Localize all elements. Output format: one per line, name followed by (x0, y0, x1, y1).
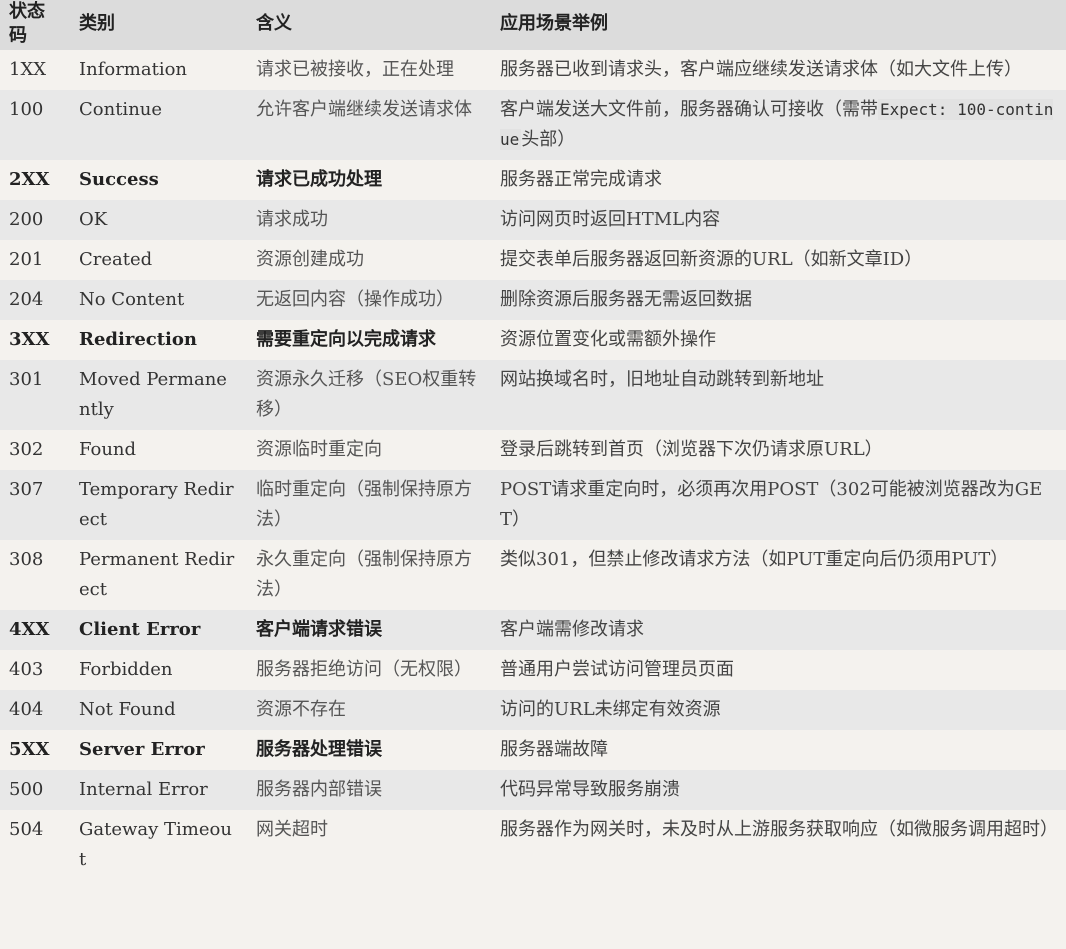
cell-example: 类似301，但禁止修改请求方法（如PUT重定向后仍须用PUT） (491, 540, 1066, 610)
cell-meaning: 客户端请求错误 (247, 610, 491, 650)
cell-meaning: 资源不存在 (247, 690, 491, 730)
cell-name: Gateway Timeout (70, 810, 247, 880)
cell-code: 100 (0, 90, 70, 160)
cell-example: 服务器正常完成请求 (491, 160, 1066, 200)
cell-name: Moved Permanently (70, 360, 247, 430)
cell-meaning: 请求已成功处理 (247, 160, 491, 200)
cell-example: 访问网页时返回HTML内容 (491, 200, 1066, 240)
cell-code: 307 (0, 470, 70, 540)
cell-code: 500 (0, 770, 70, 810)
table-row: 100 Continue 允许客户端继续发送请求体 客户端发送大文件前，服务器确… (0, 90, 1066, 160)
cell-code: 200 (0, 200, 70, 240)
table-row-category: 2XX Success 请求已成功处理 服务器正常完成请求 (0, 160, 1066, 200)
cell-meaning: 请求已被接收，正在处理 (247, 50, 491, 90)
cell-name: Client Error (70, 610, 247, 650)
cell-name: No Content (70, 280, 247, 320)
table-body: 1XX Information 请求已被接收，正在处理 服务器已收到请求头，客户… (0, 50, 1066, 880)
cell-meaning: 永久重定向（强制保持原方法） (247, 540, 491, 610)
table-row: 504 Gateway Timeout 网关超时 服务器作为网关时，未及时从上游… (0, 810, 1066, 880)
cell-code: 5XX (0, 730, 70, 770)
cell-code: 302 (0, 430, 70, 470)
cell-meaning: 请求成功 (247, 200, 491, 240)
example-text-after: 头部） (521, 129, 576, 150)
cell-meaning: 需要重定向以完成请求 (247, 320, 491, 360)
table-row: 204 No Content 无返回内容（操作成功） 删除资源后服务器无需返回数… (0, 280, 1066, 320)
cell-example: 服务器端故障 (491, 730, 1066, 770)
header-category: 类别 (70, 0, 247, 50)
table-row: 201 Created 资源创建成功 提交表单后服务器返回新资源的URL（如新文… (0, 240, 1066, 280)
cell-meaning: 服务器内部错误 (247, 770, 491, 810)
cell-example: 删除资源后服务器无需返回数据 (491, 280, 1066, 320)
cell-example: 提交表单后服务器返回新资源的URL（如新文章ID） (491, 240, 1066, 280)
cell-code: 404 (0, 690, 70, 730)
cell-example: 访问的URL未绑定有效资源 (491, 690, 1066, 730)
header-meaning: 含义 (247, 0, 491, 50)
cell-name: Information (70, 50, 247, 90)
http-status-table: 状态码 类别 含义 应用场景举例 1XX Information 请求已被接收，… (0, 0, 1066, 880)
cell-example: 服务器已收到请求头，客户端应继续发送请求体（如大文件上传） (491, 50, 1066, 90)
table-row: 302 Found 资源临时重定向 登录后跳转到首页（浏览器下次仍请求原URL） (0, 430, 1066, 470)
cell-code: 1XX (0, 50, 70, 90)
cell-code: 2XX (0, 160, 70, 200)
table-row: 500 Internal Error 服务器内部错误 代码异常导致服务崩溃 (0, 770, 1066, 810)
table-row: 200 OK 请求成功 访问网页时返回HTML内容 (0, 200, 1066, 240)
table-row: 404 Not Found 资源不存在 访问的URL未绑定有效资源 (0, 690, 1066, 730)
cell-code: 504 (0, 810, 70, 880)
cell-name: Permanent Redirect (70, 540, 247, 610)
cell-meaning: 允许客户端继续发送请求体 (247, 90, 491, 160)
table-row: 308 Permanent Redirect 永久重定向（强制保持原方法） 类似… (0, 540, 1066, 610)
cell-example: 网站换域名时，旧地址自动跳转到新地址 (491, 360, 1066, 430)
table-header: 状态码 类别 含义 应用场景举例 (0, 0, 1066, 50)
cell-name: OK (70, 200, 247, 240)
cell-meaning: 资源创建成功 (247, 240, 491, 280)
cell-example: 登录后跳转到首页（浏览器下次仍请求原URL） (491, 430, 1066, 470)
table-row: 1XX Information 请求已被接收，正在处理 服务器已收到请求头，客户… (0, 50, 1066, 90)
header-code: 状态码 (0, 0, 70, 50)
cell-example: 客户端发送大文件前，服务器确认可接收（需带 Expect: 100-continu… (491, 90, 1066, 160)
table-row: 403 Forbidden 服务器拒绝访问（无权限） 普通用户尝试访问管理员页面 (0, 650, 1066, 690)
cell-example: 资源位置变化或需额外操作 (491, 320, 1066, 360)
cell-example: POST请求重定向时，必须再次用POST（302可能被浏览器改为GET） (491, 470, 1066, 540)
cell-meaning: 资源临时重定向 (247, 430, 491, 470)
cell-meaning: 无返回内容（操作成功） (247, 280, 491, 320)
header-example: 应用场景举例 (491, 0, 1066, 50)
cell-code: 4XX (0, 610, 70, 650)
cell-meaning: 临时重定向（强制保持原方法） (247, 470, 491, 540)
table-row-category: 3XX Redirection 需要重定向以完成请求 资源位置变化或需额外操作 (0, 320, 1066, 360)
cell-meaning: 服务器拒绝访问（无权限） (247, 650, 491, 690)
cell-code: 308 (0, 540, 70, 610)
cell-meaning: 资源永久迁移（SEO权重转移） (247, 360, 491, 430)
cell-name: Forbidden (70, 650, 247, 690)
cell-name: Redirection (70, 320, 247, 360)
cell-code: 301 (0, 360, 70, 430)
example-text-before: 客户端发送大文件前，服务器确认可接收（需带 (500, 99, 878, 120)
table-row-category: 4XX Client Error 客户端请求错误 客户端需修改请求 (0, 610, 1066, 650)
cell-name: Found (70, 430, 247, 470)
cell-name: Temporary Redirect (70, 470, 247, 540)
cell-name: Continue (70, 90, 247, 160)
cell-name: Internal Error (70, 770, 247, 810)
cell-code: 201 (0, 240, 70, 280)
cell-example: 普通用户尝试访问管理员页面 (491, 650, 1066, 690)
cell-code: 3XX (0, 320, 70, 360)
cell-example: 服务器作为网关时，未及时从上游服务获取响应（如微服务调用超时） (491, 810, 1066, 880)
table-row-category: 5XX Server Error 服务器处理错误 服务器端故障 (0, 730, 1066, 770)
cell-name: Not Found (70, 690, 247, 730)
cell-name: Success (70, 160, 247, 200)
table-row: 307 Temporary Redirect 临时重定向（强制保持原方法） PO… (0, 470, 1066, 540)
cell-meaning: 服务器处理错误 (247, 730, 491, 770)
table-row: 301 Moved Permanently 资源永久迁移（SEO权重转移） 网站… (0, 360, 1066, 430)
cell-name: Created (70, 240, 247, 280)
cell-meaning: 网关超时 (247, 810, 491, 880)
cell-example: 代码异常导致服务崩溃 (491, 770, 1066, 810)
cell-code: 403 (0, 650, 70, 690)
header-row: 状态码 类别 含义 应用场景举例 (0, 0, 1066, 50)
cell-example: 客户端需修改请求 (491, 610, 1066, 650)
cell-name: Server Error (70, 730, 247, 770)
cell-code: 204 (0, 280, 70, 320)
